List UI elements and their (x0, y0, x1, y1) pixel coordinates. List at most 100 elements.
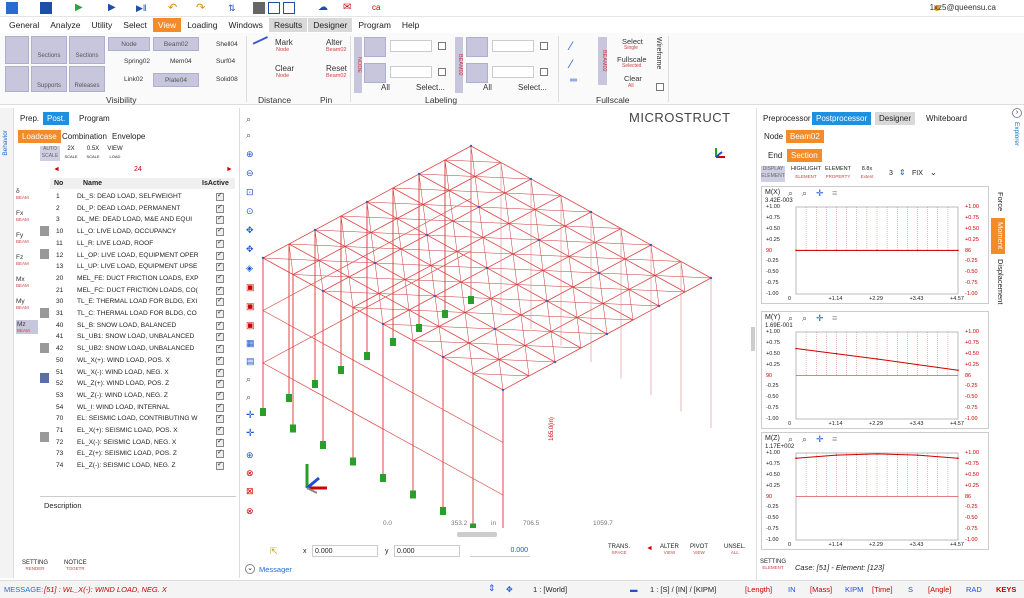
vis-shell04-label[interactable]: Shell04 (216, 41, 238, 48)
side-my[interactable]: My BEAM (16, 298, 38, 310)
units-select[interactable]: 1 : [S] / [IN] / [KIPM] (650, 585, 716, 594)
chart-zoom-out-icon[interactable]: ⌕ (802, 188, 807, 199)
unselect-all-button[interactable]: UNSEL. ALL (724, 544, 746, 556)
label-node-checkbox[interactable] (438, 42, 446, 50)
label-select1-button[interactable]: Select... (416, 83, 445, 92)
menu-help[interactable]: Help (397, 18, 424, 32)
tab-displacement[interactable]: Displacement (991, 256, 1005, 308)
pivot-view-button[interactable]: PIVOT VIEW (690, 544, 708, 556)
distance-group-label[interactable]: Distance (258, 95, 291, 105)
vis-solid08-label[interactable]: Solid08 (216, 76, 238, 83)
undo-icon[interactable]: ↶ (168, 2, 180, 14)
label-beam-dropdown2[interactable] (492, 66, 534, 78)
view-plan-icon[interactable]: ▦ (246, 338, 255, 349)
vis-sections-button[interactable]: Sections (31, 36, 67, 64)
table-row[interactable]: 50 WL_X(+): WIND LOAD, POS. X (50, 354, 235, 367)
table-row[interactable]: 73 EL_Z(+): SEISMIC LOAD, POS. Z (50, 447, 235, 460)
moment-chart[interactable]: M(Z) ⌕ ⌕ ✛ ≡ 1.17E+002 +1.00 +0.75 +0.50 +0.25 90-… (761, 432, 989, 550)
sections-toggle-icon[interactable] (5, 36, 29, 64)
mail-icon[interactable]: ✉ (343, 2, 355, 14)
table-row[interactable]: 3 DL_ME: DEAD LOAD, M&E AND EQUI (50, 213, 235, 226)
table-row[interactable]: 21 MEL_FC: DUCT FRICTION LOADS, CO( (50, 284, 235, 297)
label-select2-button[interactable]: Select... (518, 83, 547, 92)
row-active-checkbox[interactable] (216, 249, 224, 260)
tab-moment[interactable]: Moment (991, 218, 1005, 254)
tab-envelope[interactable]: Envelope (108, 130, 149, 143)
length-unit[interactable]: IN (788, 585, 796, 594)
pointer-icon[interactable]: ⇱ (270, 546, 278, 557)
clear-icon[interactable]: ⊠ (246, 486, 254, 497)
tab-prep[interactable]: Prep. (16, 112, 43, 125)
right-collapse-icon[interactable]: › (1012, 108, 1022, 118)
row-active-checkbox[interactable] (216, 377, 224, 389)
tab-loadcase[interactable]: Loadcase (18, 130, 61, 143)
moment-chart[interactable]: M(Y) ⌕ ⌕ ✛ ≡ 1.69E-001 +1.00 +0.75 +0.50 +0.25 90-… (761, 311, 989, 429)
chart-zoom-out-icon[interactable]: ⌕ (802, 434, 807, 445)
messager-expand-icon[interactable]: ⌄ (245, 564, 255, 574)
vis-mem04-label[interactable]: Mem04 (170, 58, 192, 65)
tab-whiteboard[interactable]: Whiteboard (922, 112, 971, 125)
step-icon[interactable]: ▶ (108, 2, 120, 14)
vis-supports-button[interactable]: Supports (31, 66, 67, 92)
vis-sections2-button[interactable]: Sections (69, 36, 105, 64)
menu-analyze[interactable]: Analyze (45, 18, 85, 32)
label-beam-checkbox2[interactable] (540, 68, 548, 76)
view-side-icon[interactable]: ▣ (246, 301, 255, 312)
row-active-checkbox[interactable] (216, 424, 224, 436)
highlight-element-button[interactable]: HIGHLIGHT ELEMENT (790, 166, 822, 182)
tab-end[interactable]: End (764, 149, 786, 162)
row-active-checkbox[interactable] (216, 389, 224, 401)
vis-surf04-label[interactable]: Surf04 (216, 58, 235, 65)
col-no[interactable]: No (54, 180, 63, 187)
label-node-dropdown2[interactable] (390, 66, 432, 78)
side-fz[interactable]: Fz BEAM (16, 254, 38, 266)
tab-force[interactable]: Force (991, 188, 1005, 216)
window-icon[interactable] (268, 2, 280, 14)
mass-unit[interactable]: KIPM (845, 585, 863, 594)
scale-05x-button[interactable]: 0.5X SCALE (84, 146, 102, 161)
reset-icon[interactable]: ⊗ (246, 506, 254, 517)
display-element-button[interactable]: DISPLAY ELEMENT (761, 166, 785, 182)
vis-releases-button[interactable]: Releases (69, 66, 105, 92)
explorer-tab[interactable]: Explorer (1013, 122, 1020, 146)
messager-label[interactable]: Messager (259, 565, 292, 574)
scale-2x-button[interactable]: 2X SCALE (62, 146, 80, 161)
view-top-icon[interactable]: ▣ (246, 320, 255, 331)
user-email[interactable]: 1xz5@queensu.ca (930, 3, 996, 12)
menu-results[interactable]: Results (268, 18, 308, 32)
zoom-select-icon[interactable]: ⌕ (246, 114, 251, 125)
table-row[interactable]: 51 WL_X(-): WIND LOAD, NEG. X (50, 366, 235, 379)
view-load-button[interactable]: VIEW LOAD (106, 146, 124, 161)
view-iso-icon[interactable]: ◈ (246, 263, 253, 274)
element-property-button[interactable]: ELEMENT PROPERTY (824, 166, 852, 182)
x-input[interactable]: 0.000 (312, 545, 378, 557)
zoom-window-icon[interactable]: ⌕ (246, 130, 251, 141)
chart-pan-icon[interactable]: ✛ (816, 188, 824, 199)
ca-icon[interactable]: ca (372, 2, 384, 14)
horizontal-scrollbar[interactable] (457, 532, 497, 537)
col-name[interactable]: Name (83, 180, 102, 187)
grid-toggle-icon[interactable] (5, 66, 29, 92)
table-row[interactable]: 40 SL_B: SNOW LOAD, BALANCED (50, 319, 235, 332)
trans-space-button[interactable]: TRANS. SPACE (608, 544, 630, 556)
row-active-checkbox[interactable] (216, 366, 224, 377)
tab-program[interactable]: Program (75, 112, 114, 125)
table-row[interactable]: 12 LL_OP: LIVE LOAD, EQUIPMENT OPER (50, 249, 235, 262)
zoom-out-icon[interactable]: ⊖ (246, 168, 254, 179)
label-beam-checkbox[interactable] (540, 42, 548, 50)
side-mz[interactable]: Mz BEAM (16, 320, 38, 334)
tab-combination[interactable]: Combination (58, 130, 111, 143)
label-beam-a-icon[interactable] (466, 37, 488, 57)
table-row[interactable]: 41 SL_UB1: SNOW LOAD, UNBALANCED (50, 330, 235, 343)
wireframe-checkbox[interactable] (656, 83, 664, 91)
tab-postprocessor[interactable]: Postprocessor (812, 112, 872, 125)
row-active-checkbox[interactable] (216, 284, 224, 295)
pin-group-label[interactable]: Pin (320, 95, 332, 105)
chart-pan-icon[interactable]: ✛ (816, 434, 824, 445)
chart-menu-icon[interactable]: ≡ (832, 434, 837, 444)
label-node-checkbox2[interactable] (438, 68, 446, 76)
label-beam-b-icon[interactable] (466, 63, 488, 83)
table-row[interactable]: 72 EL_X(-): SEISMIC LOAD, NEG. X (50, 436, 235, 449)
mark-node-button[interactable]: Mark (275, 38, 293, 47)
label-all2-button[interactable]: All (483, 83, 492, 92)
